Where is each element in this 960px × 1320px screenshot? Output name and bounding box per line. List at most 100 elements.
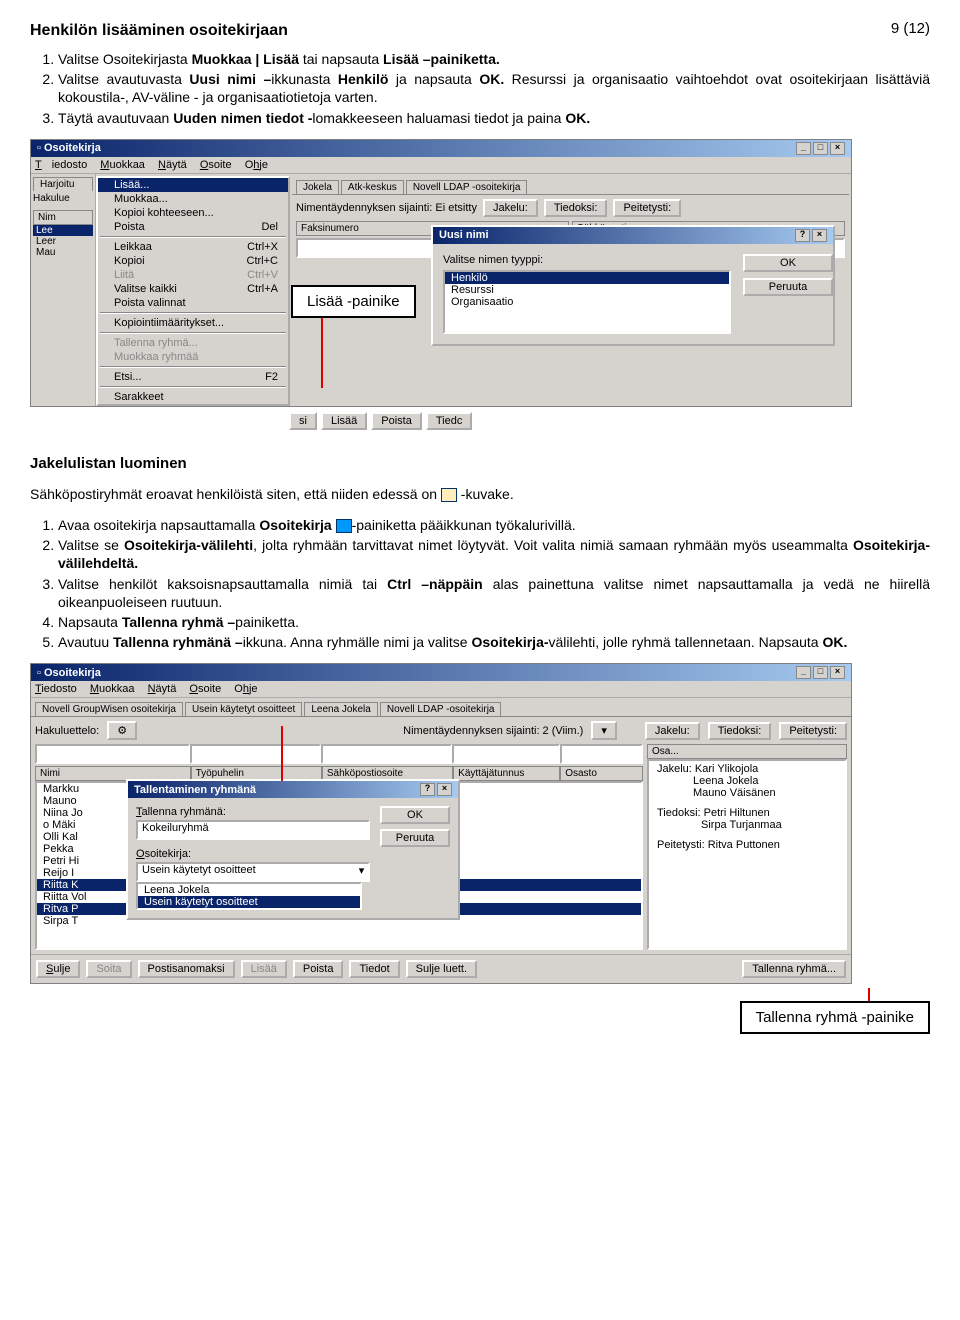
col-osa[interactable]: Osa...	[647, 744, 847, 759]
peruuta-button[interactable]: Peruuta	[380, 829, 450, 847]
search-input4[interactable]	[560, 744, 643, 764]
poista-button[interactable]: Poista	[293, 960, 344, 978]
dialog-prompt: Valitse nimen tyyppi:	[443, 254, 731, 266]
option-resurssi[interactable]: Resurssi	[445, 284, 729, 296]
t: Lisää –painiketta.	[383, 51, 500, 67]
menu-item-sarakkeet[interactable]: Sarakkeet	[98, 390, 288, 404]
lisaa-button[interactable]: Lisää	[321, 412, 367, 430]
menu-item-poista-valinnat[interactable]: Poista valinnat	[98, 296, 288, 310]
tallenna-ryhma-button[interactable]: Tallenna ryhmä...	[742, 960, 846, 978]
peitetysti-list: Peitetysti: Ritva Puttonen	[651, 839, 843, 851]
menu-osoite[interactable]: Osoite	[189, 683, 221, 695]
tab-usein[interactable]: Usein käytetyt osoitteet	[185, 702, 302, 716]
search-input2[interactable]	[321, 744, 452, 764]
search-input[interactable]	[190, 744, 321, 764]
close-icon[interactable]: ×	[812, 229, 827, 242]
option-organisaatio[interactable]: Organisaatio	[445, 296, 729, 308]
tiedot-button[interactable]: Tiedot	[349, 960, 399, 978]
tab-jokela[interactable]: Jokela	[296, 180, 339, 194]
help-icon[interactable]: ?	[795, 229, 810, 242]
t: Uusi nimi –	[189, 71, 271, 87]
label-tallenna: TTallenna ryhmänä:allenna ryhmänä:	[136, 806, 370, 818]
option-henkilo[interactable]: Henkilö	[445, 272, 729, 284]
window-title: Osoitekirja	[44, 667, 101, 679]
menu-item-etsi[interactable]: Etsi...F2	[98, 370, 288, 384]
tiedoksi-button[interactable]: Tiedoksi:	[544, 199, 608, 217]
sulje-luett-button[interactable]: Sulje luett.	[406, 960, 477, 978]
menu-item-kopioi[interactable]: KopioiCtrl+C	[98, 254, 288, 268]
close-icon[interactable]: ×	[830, 666, 845, 679]
peruuta-button[interactable]: Peruuta	[743, 278, 833, 296]
tab-novell-gw[interactable]: Novell GroupWisen osoitekirja	[35, 702, 183, 716]
peitetysti-button[interactable]: Peitetysti:	[613, 199, 681, 217]
tab-atk[interactable]: Atk-keskus	[341, 180, 404, 194]
menu-nayta[interactable]: Näytä	[148, 683, 177, 695]
col-kayttaja[interactable]: Käyttäjätunnus	[453, 766, 560, 781]
poista-button[interactable]: Poista	[371, 412, 422, 430]
ok-button[interactable]: OK	[743, 254, 833, 272]
menu-nayta[interactable]: Näytä	[158, 159, 187, 171]
t: Sähköpostiryhmät eroavat henkilöistä sit…	[30, 486, 441, 502]
groupname-input[interactable]: Kokeiluryhmä	[136, 820, 370, 840]
tiedoksi-list: Tiedoksi: Petri Hiltunen	[651, 807, 843, 819]
option-leena[interactable]: Leena Jokela	[138, 884, 360, 896]
minimize-icon[interactable]: _	[796, 666, 811, 679]
menu-muokkaa[interactable]: Muokkaa	[100, 159, 145, 171]
help-icon[interactable]: ?	[420, 783, 435, 796]
menubar-2[interactable]: Tiedosto Muokkaa Näytä Osoite Ohje	[31, 681, 851, 698]
menu-item-muokkaa[interactable]: Muokkaa...	[98, 192, 288, 206]
menubar-1[interactable]: TTiedostoiedosto Muokkaa Näytä Osoite Oh…	[31, 157, 851, 174]
menu-item-lisaa[interactable]: Lisää...	[98, 178, 288, 192]
minimize-icon[interactable]: _	[796, 142, 811, 155]
menu-item-kopiointi[interactable]: Kopiointiimääritykset...	[98, 316, 288, 330]
jakelu-button[interactable]: Jakelu:	[483, 199, 538, 217]
option-usein[interactable]: Usein käytetyt osoitteet	[138, 896, 360, 908]
list-item[interactable]: Leena Jokela	[651, 775, 843, 787]
jakelu-button[interactable]: Jakelu:	[645, 722, 700, 740]
maximize-icon[interactable]: □	[813, 142, 828, 155]
btn-fragment[interactable]: si	[289, 412, 317, 430]
col-osasto[interactable]: Osasto	[560, 766, 643, 781]
menu-muokkaa[interactable]: Muokkaa	[90, 683, 135, 695]
section2-title: Jakelulistan luominen	[30, 455, 930, 472]
sulje-button[interactable]: Sulje	[36, 960, 80, 978]
list-item[interactable]: Mau	[33, 247, 93, 258]
addressbook-select[interactable]: Usein käytetyt osoitteet▾	[136, 862, 370, 882]
menu-item-leikkaa[interactable]: LeikkaaCtrl+X	[98, 240, 288, 254]
callout-tallenna-ryhma: Tallenna ryhmä -painike	[740, 1001, 930, 1034]
menu-tiedosto[interactable]: TTiedostoiedosto	[35, 159, 87, 171]
tiedoksi-button[interactable]: Tiedoksi:	[708, 722, 772, 740]
menu-osoite[interactable]: Osoite	[200, 159, 232, 171]
menu-ohje[interactable]: Ohje	[234, 683, 257, 695]
label-osoitekirja: Osoitekirja:	[136, 848, 370, 860]
t: ja napsauta	[388, 71, 479, 87]
titlebar-1: ▫ Osoitekirja _ □ ×	[31, 140, 851, 157]
group-icon	[441, 488, 457, 502]
tab-harjoitu[interactable]: Harjoitu	[33, 177, 93, 191]
list-item[interactable]: Sirpa Turjanmaa	[651, 819, 843, 831]
nimi-input[interactable]	[35, 744, 190, 764]
menu-item-valitse-kaikki[interactable]: Valitse kaikkiCtrl+A	[98, 282, 288, 296]
tab-leena[interactable]: Leena Jokela	[304, 702, 378, 716]
ok-button[interactable]: OK	[380, 806, 450, 824]
list-item[interactable]: Leer	[33, 236, 93, 247]
peitetysti-button[interactable]: Peitetysti:	[779, 722, 847, 740]
maximize-icon[interactable]: □	[813, 666, 828, 679]
postisanomaksi-button[interactable]: Postisanomaksi	[138, 960, 235, 978]
list-item[interactable]: Lee	[33, 225, 93, 236]
filter-button[interactable]: ⚙	[107, 721, 137, 740]
label-hakulue: Hakulue	[33, 193, 93, 204]
menu-tiedosto[interactable]: Tiedosto	[35, 683, 77, 695]
tab-ldap[interactable]: Novell LDAP -osoitekirja	[380, 702, 502, 716]
search-input3[interactable]	[452, 744, 559, 764]
list-item[interactable]: Mauno Väisänen	[651, 787, 843, 799]
close-icon[interactable]: ×	[437, 783, 452, 796]
menu-ohje[interactable]: Ohje	[245, 159, 268, 171]
menu-item-poista[interactable]: PoistaDel	[98, 220, 288, 234]
sijainti-toggle[interactable]: ▾	[591, 721, 617, 740]
chevron-down-icon[interactable]: ▾	[359, 864, 365, 880]
menu-item-kopioi-kohteeseen[interactable]: Kopioi kohteeseen...	[98, 206, 288, 220]
tab-ldap[interactable]: Novell LDAP -osoitekirja	[406, 180, 528, 194]
tiedot-button[interactable]: Tiedc	[426, 412, 473, 430]
close-icon[interactable]: ×	[830, 142, 845, 155]
